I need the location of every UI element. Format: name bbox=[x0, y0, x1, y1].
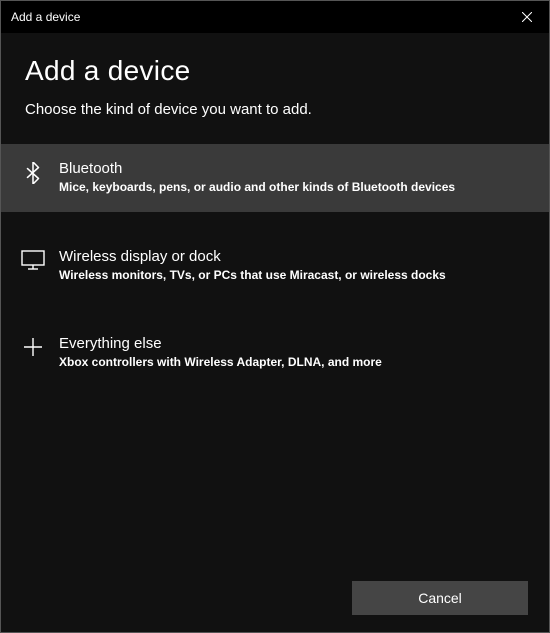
plus-icon bbox=[19, 337, 47, 357]
option-text: Bluetooth Mice, keyboards, pens, or audi… bbox=[59, 160, 525, 196]
option-bluetooth[interactable]: Bluetooth Mice, keyboards, pens, or audi… bbox=[1, 144, 549, 212]
option-desc: Mice, keyboards, pens, or audio and othe… bbox=[59, 180, 525, 196]
header: Add a device Choose the kind of device y… bbox=[1, 33, 549, 128]
bluetooth-icon bbox=[19, 162, 47, 184]
window-title: Add a device bbox=[11, 10, 80, 24]
footer: Cancel bbox=[352, 581, 528, 615]
option-text: Wireless display or dock Wireless monito… bbox=[59, 248, 525, 284]
option-wireless-display[interactable]: Wireless display or dock Wireless monito… bbox=[1, 232, 549, 300]
close-button[interactable] bbox=[504, 1, 549, 33]
monitor-icon bbox=[19, 250, 47, 270]
close-icon bbox=[522, 12, 532, 22]
titlebar: Add a device bbox=[1, 1, 549, 33]
option-everything-else[interactable]: Everything else Xbox controllers with Wi… bbox=[1, 319, 549, 387]
device-options: Bluetooth Mice, keyboards, pens, or audi… bbox=[1, 144, 549, 387]
page-title: Add a device bbox=[25, 55, 525, 87]
page-subtitle: Choose the kind of device you want to ad… bbox=[25, 101, 525, 118]
option-title: Bluetooth bbox=[59, 160, 525, 177]
option-desc: Xbox controllers with Wireless Adapter, … bbox=[59, 355, 525, 371]
option-title: Wireless display or dock bbox=[59, 248, 525, 265]
option-title: Everything else bbox=[59, 335, 525, 352]
option-text: Everything else Xbox controllers with Wi… bbox=[59, 335, 525, 371]
option-desc: Wireless monitors, TVs, or PCs that use … bbox=[59, 268, 525, 284]
cancel-button[interactable]: Cancel bbox=[352, 581, 528, 615]
